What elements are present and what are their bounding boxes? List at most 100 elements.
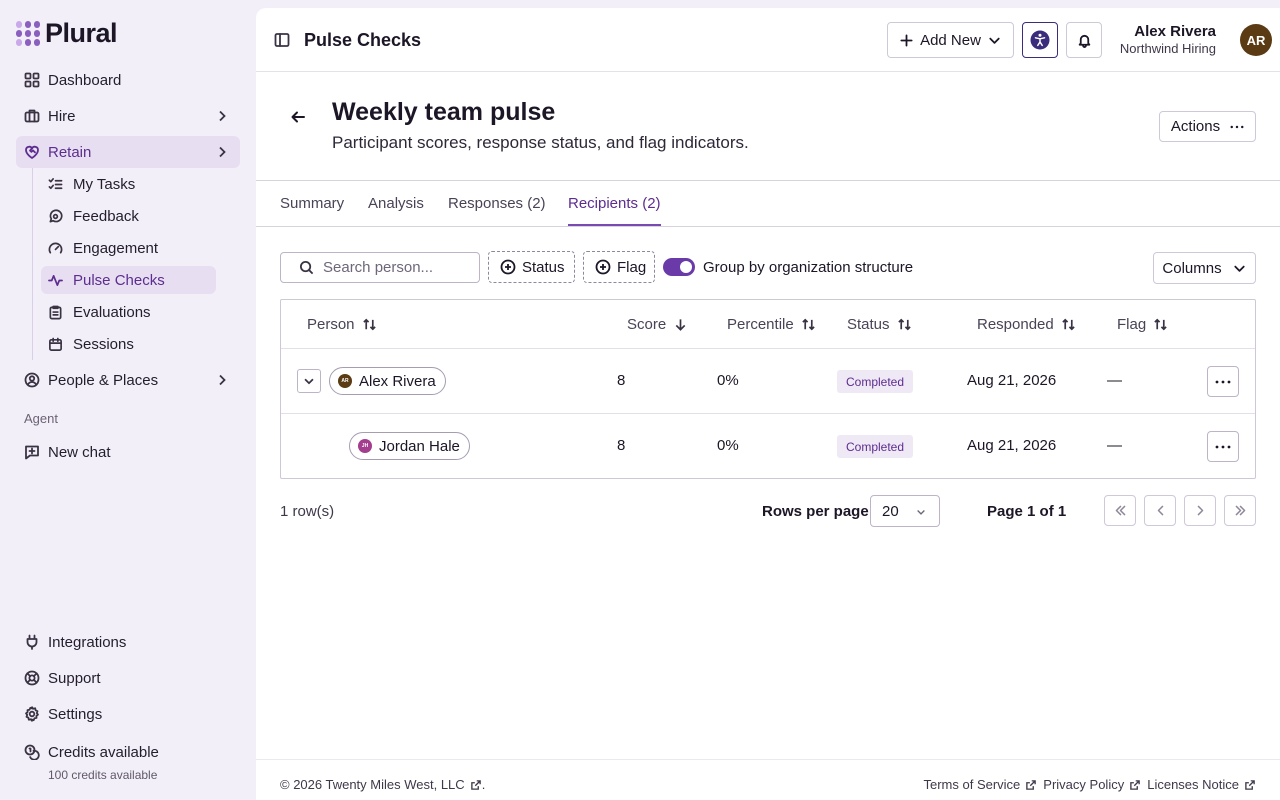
user-circle-icon: [24, 372, 40, 388]
briefcase-icon: [24, 108, 40, 124]
column-header-status[interactable]: Status: [847, 316, 912, 333]
avatar[interactable]: AR: [1240, 24, 1272, 56]
group-by-toggle[interactable]: [663, 258, 695, 276]
sidebar-item-label: My Tasks: [73, 175, 136, 193]
flag-filter-button[interactable]: Flag: [583, 251, 655, 283]
chevron-down-icon: [1232, 261, 1247, 276]
responded-cell: Aug 21, 2026: [967, 437, 1057, 454]
sidebar-item-label: People & Places: [48, 371, 159, 389]
sidebar-item-engagement[interactable]: Engagement: [41, 234, 216, 262]
sort-icon: [890, 317, 912, 332]
sidebar-item-dashboard[interactable]: Dashboard: [16, 64, 240, 96]
footer-links: Terms of Service Privacy Policy Licenses…: [917, 777, 1256, 792]
sidebar-item-pulse-checks[interactable]: Pulse Checks: [41, 266, 216, 294]
chevron-down-icon: [302, 374, 316, 388]
user-name: Alex Rivera: [1134, 23, 1216, 40]
column-header-score[interactable]: Score: [627, 316, 688, 333]
sidebar: Plural Dashboard Hire Retain My Tasks Fe…: [0, 0, 256, 800]
avatar: AR: [338, 374, 352, 388]
sidebar-item-retain[interactable]: Retain: [16, 136, 240, 168]
accessibility-button[interactable]: [1022, 22, 1058, 58]
sidebar-item-my-tasks[interactable]: My Tasks: [41, 170, 216, 198]
sidebar-item-settings[interactable]: Settings: [16, 698, 240, 730]
sidebar-toggle-icon[interactable]: [274, 32, 290, 48]
sidebar-item-support[interactable]: Support: [16, 662, 240, 694]
page-subtitle: Participant scores, response status, and…: [332, 133, 749, 152]
person-chip[interactable]: JH Jordan Hale: [349, 432, 470, 460]
sidebar-item-label: Support: [48, 669, 101, 687]
tab-bar: Summary Analysis Responses (2) Recipient…: [256, 181, 1280, 227]
add-new-button[interactable]: Add New: [887, 22, 1014, 58]
flag-cell: —: [1107, 437, 1122, 454]
row-actions-button[interactable]: [1207, 366, 1239, 397]
status-filter-label: Status: [522, 258, 565, 276]
column-header-flag[interactable]: Flag: [1117, 316, 1168, 333]
plus-circle-icon: [500, 259, 522, 275]
privacy-link[interactable]: Privacy Policy: [1043, 777, 1141, 792]
status-badge: Completed: [837, 435, 914, 458]
columns-button[interactable]: Columns: [1153, 252, 1256, 284]
user-org: Northwind Hiring: [1119, 41, 1216, 56]
user-menu[interactable]: Alex Rivera Northwind Hiring: [1120, 23, 1216, 56]
sidebar-section-agent: Agent: [24, 411, 58, 426]
status-filter-button[interactable]: Status: [488, 251, 575, 283]
actions-button[interactable]: Actions: [1159, 111, 1256, 142]
percentile-cell: 0%: [717, 372, 739, 389]
sidebar-item-label: New chat: [48, 443, 111, 461]
rows-per-page-label: Rows per page: [762, 503, 869, 520]
sidebar-item-sessions[interactable]: Sessions: [41, 330, 216, 358]
grid-icon: [24, 72, 40, 88]
chevrons-right-icon: [1234, 504, 1247, 517]
footer: © 2026 Twenty Miles West, LLC . Terms of…: [256, 759, 1280, 800]
column-header-percentile[interactable]: Percentile: [727, 316, 816, 333]
sidebar-item-label: Pulse Checks: [73, 271, 165, 289]
first-page-button[interactable]: [1104, 495, 1136, 526]
add-new-label: Add New: [920, 31, 981, 49]
row-expand-button[interactable]: [297, 369, 321, 393]
licenses-link[interactable]: Licenses Notice: [1147, 777, 1256, 792]
actions-label: Actions: [1170, 118, 1221, 135]
next-page-button[interactable]: [1184, 495, 1216, 526]
sidebar-item-people-places[interactable]: People & Places: [16, 364, 240, 396]
external-link-icon: [1020, 779, 1037, 791]
column-header-person[interactable]: Person: [307, 316, 377, 333]
search-input[interactable]: Search person...: [280, 252, 480, 283]
tab-summary[interactable]: Summary: [280, 195, 344, 212]
life-buoy-icon: [24, 670, 40, 686]
more-horizontal-icon: [1230, 125, 1244, 129]
column-header-responded[interactable]: Responded: [977, 316, 1076, 333]
row-actions-button[interactable]: [1207, 431, 1239, 462]
sidebar-item-integrations[interactable]: Integrations: [16, 626, 240, 658]
previous-page-button[interactable]: [1144, 495, 1176, 526]
score-cell: 8: [617, 372, 626, 389]
sidebar-item-label: Feedback: [73, 207, 139, 225]
tab-responses[interactable]: Responses (2): [448, 195, 546, 212]
chevron-right-icon: [214, 108, 230, 124]
sort-icon: [1146, 317, 1168, 332]
activity-icon: [48, 273, 64, 288]
rows-per-page-select[interactable]: 20: [870, 495, 940, 527]
person-name: Alex Rivera: [359, 372, 436, 390]
chevrons-left-icon: [1114, 504, 1127, 517]
sidebar-item-label: Retain: [48, 143, 92, 161]
sidebar-item-hire[interactable]: Hire: [16, 100, 240, 132]
notifications-button[interactable]: [1066, 22, 1102, 58]
person-chip[interactable]: AR Alex Rivera: [329, 367, 446, 395]
tab-recipients[interactable]: Recipients (2): [568, 195, 661, 212]
sort-icon: [794, 317, 816, 332]
sidebar-item-credits[interactable]: Credits available: [16, 736, 240, 768]
last-page-button[interactable]: [1224, 495, 1256, 526]
terms-link[interactable]: Terms of Service: [923, 777, 1037, 792]
group-by-toggle-label: Group by organization structure: [703, 259, 914, 276]
sidebar-item-feedback[interactable]: Feedback: [41, 202, 216, 230]
tab-analysis[interactable]: Analysis: [368, 195, 424, 212]
back-arrow-icon[interactable]: [290, 109, 306, 125]
calendar-icon: [48, 337, 64, 352]
sidebar-item-new-chat[interactable]: New chat: [16, 436, 240, 468]
sidebar-item-evaluations[interactable]: Evaluations: [41, 298, 216, 326]
search-placeholder: Search person...: [323, 259, 434, 276]
status-badge: Completed: [837, 370, 914, 393]
app-logo[interactable]: Plural: [16, 18, 118, 48]
rows-count: 1 row(s): [280, 503, 335, 520]
footer-copyright[interactable]: © 2026 Twenty Miles West, LLC .: [280, 777, 485, 792]
